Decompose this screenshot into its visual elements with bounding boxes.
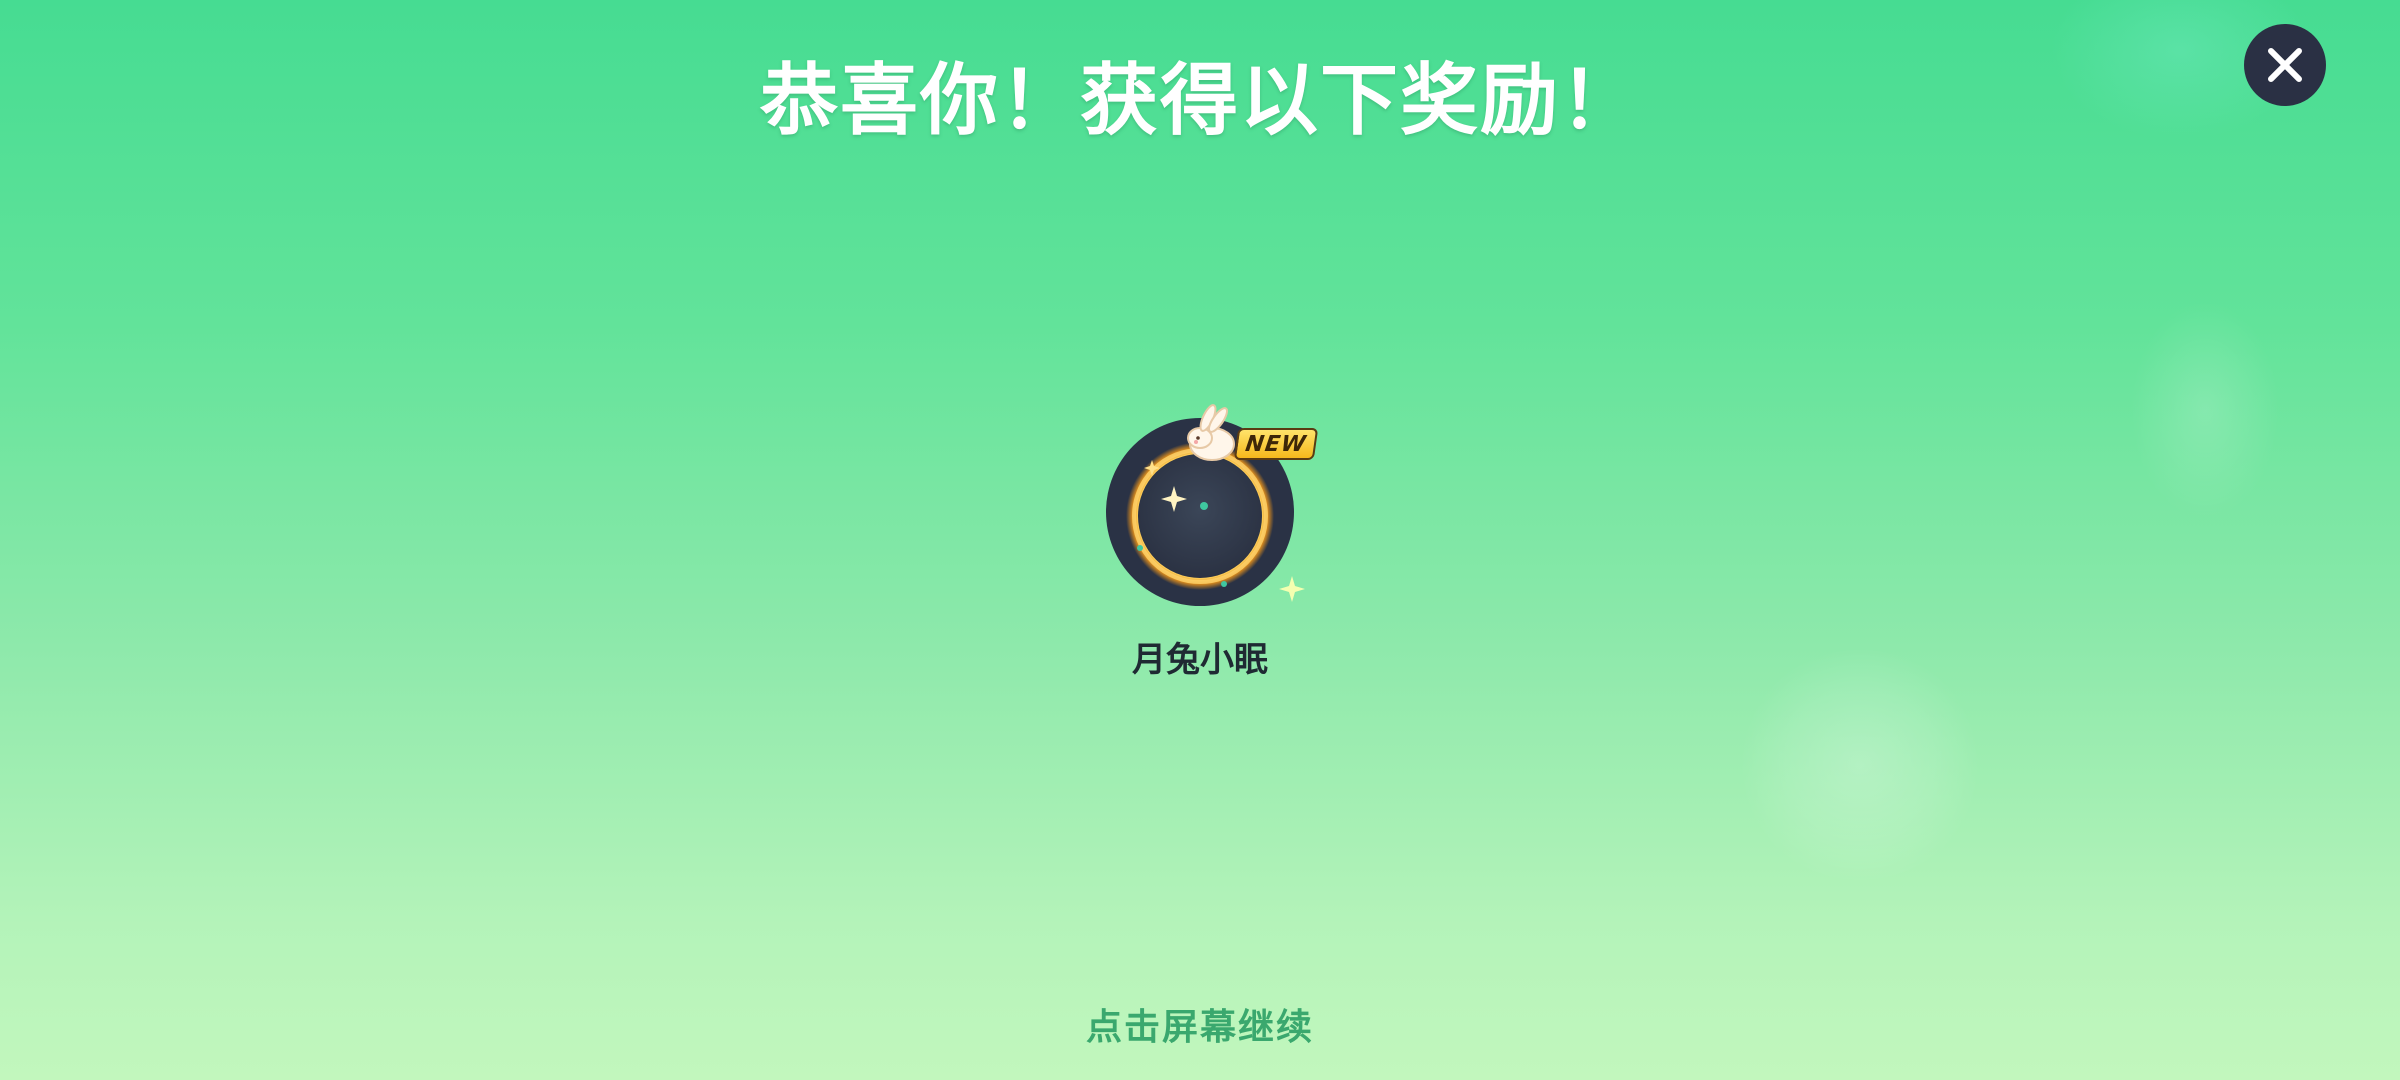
tap-to-continue-hint: 点击屏幕继续 xyxy=(1085,1007,1314,1048)
close-icon xyxy=(2268,48,2302,82)
background-glow xyxy=(2130,300,2280,520)
close-button[interactable] xyxy=(2244,24,2326,106)
reward-item[interactable]: NEW 月兔小眠 xyxy=(1080,400,1320,690)
new-badge: NEW xyxy=(1233,428,1319,460)
tap-to-continue-area[interactable]: 恭喜你！获得以下奖励！ NEW 月兔小眠 点击屏幕继续 xyxy=(0,0,2400,1080)
reward-title: 恭喜你！获得以下奖励！ xyxy=(759,56,1640,146)
background-glow xyxy=(1740,650,1980,880)
reward-name: 月兔小眠 xyxy=(1132,640,1268,680)
